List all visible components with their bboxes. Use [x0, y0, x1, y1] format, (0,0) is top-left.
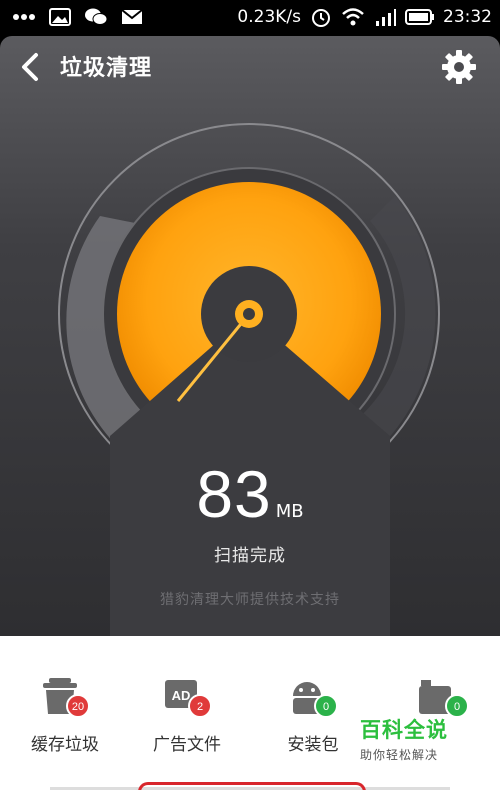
mail-icon	[121, 9, 143, 24]
category-label: 广告文件	[153, 735, 221, 755]
network-speed: 0.23K/s	[237, 7, 301, 27]
highlighted-button-outline[interactable]	[138, 782, 366, 790]
category-label: 安装包	[287, 735, 339, 755]
ad-icon: AD 2	[165, 680, 212, 718]
title-bar: 垃圾清理	[0, 36, 500, 96]
category-ad-files[interactable]: AD 2 广告文件	[132, 676, 242, 755]
category-label: 缓存垃圾	[31, 735, 99, 755]
powered-by-text: 猎豹清理大师提供技术支持	[160, 592, 340, 608]
scan-status: 扫描完成	[214, 546, 286, 566]
junk-size-value: 83	[196, 457, 272, 531]
junk-size-unit: MB	[275, 501, 304, 522]
screen: 0.23K/s 23:32 垃圾清理 83 MB 扫描完成 猎豹清理大师提供技术…	[0, 0, 500, 790]
clock: 23:32	[443, 7, 492, 27]
main-panel: 垃圾清理 83 MB 扫描完成 猎豹清理大师提供技术支持	[0, 36, 500, 636]
back-arrow-icon[interactable]	[14, 50, 48, 84]
signal-icon	[376, 9, 396, 26]
trash-can-icon: 20	[43, 678, 90, 718]
notification-icons	[12, 6, 144, 28]
junk-size: 83 MB	[0, 456, 500, 532]
category-panel: 20 缓存垃圾 AD 2 广告文件 0 安装包 0	[0, 636, 500, 790]
watermark: 百科全说 助你轻松解决	[360, 714, 470, 763]
battery-icon	[405, 9, 434, 25]
wechat-icon	[85, 8, 108, 25]
dots-icon	[13, 14, 35, 20]
badge-count: 20	[72, 701, 84, 713]
badge-count: 2	[197, 701, 203, 713]
gauge-pivot-inner	[243, 308, 255, 320]
page-title: 垃圾清理	[60, 56, 153, 81]
watermark-subtitle: 助你轻松解决	[360, 748, 439, 762]
image-icon	[49, 8, 71, 26]
alarm-icon	[312, 9, 330, 27]
badge-count: 0	[454, 701, 460, 713]
category-apk[interactable]: 0 安装包	[258, 676, 368, 755]
category-cache-junk[interactable]: 20 缓存垃圾	[10, 676, 120, 755]
badge-count: 0	[323, 701, 329, 713]
gear-icon[interactable]	[440, 48, 478, 86]
wifi-icon	[342, 8, 364, 26]
svg-text:AD: AD	[172, 688, 191, 703]
android-icon: 0	[293, 682, 338, 718]
system-status: 0.23K/s 23:32	[237, 6, 492, 28]
status-bar: 0.23K/s 23:32	[0, 0, 500, 36]
watermark-title: 百科全说	[360, 718, 448, 742]
